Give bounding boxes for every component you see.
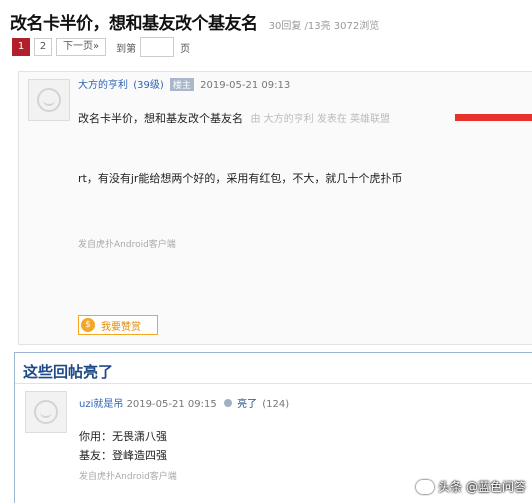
reply-line-2: 基友：登峰造四强 (79, 449, 167, 462)
like-count: (124) (262, 399, 290, 410)
page-1-button[interactable]: 1 (12, 38, 30, 56)
thread-stats: 30回复 /13亮 3072浏览 (268, 21, 380, 32)
page-unit-label: 页 (180, 43, 191, 55)
watermark: 头条 @蓝色问答 (416, 478, 526, 495)
coin-icon: $ (81, 318, 95, 332)
chat-bubble-icon (416, 479, 435, 494)
thread-title: 改名卡半价，想和基友改个基友名 (10, 14, 258, 34)
redaction-bar (455, 114, 532, 121)
thread-header: 改名卡半价，想和基友改个基友名 30回复 /13亮 3072浏览 (10, 9, 532, 34)
reply-avatar[interactable] (25, 391, 67, 433)
reward-label: 我要赞赏 (101, 321, 141, 333)
original-post: 大方的亨利 (39级) 楼主 2019-05-21 09:13 改名卡半价，想和… (18, 71, 532, 345)
watermark-text: 头条 @蓝色问答 (438, 480, 526, 494)
author-username[interactable]: 大方的亨利 (78, 80, 128, 91)
avatar-placeholder-icon (34, 400, 58, 424)
hot-replies-header: 这些回帖亮了 (15, 353, 532, 384)
post-meta: 大方的亨利 (39级) 楼主 2019-05-21 09:13 (78, 76, 290, 91)
post-title-line: 改名卡半价，想和基友改个基友名 由 大方的亨利 发表在 英雄联盟 (78, 110, 390, 126)
avatar-placeholder-icon (37, 88, 61, 112)
post-origin: 由 大方的亨利 发表在 英雄联盟 (250, 114, 391, 125)
next-page-button[interactable]: 下一页» (56, 38, 107, 56)
reply-source: 发自虎扑Android客户端 (79, 472, 177, 482)
goto-page-input[interactable] (140, 37, 175, 57)
hot-replies-title: 这些回帖亮了 (23, 363, 114, 381)
post-title: 改名卡半价，想和基友改个基友名 (78, 112, 243, 125)
page-2-button[interactable]: 2 (34, 38, 52, 56)
light-bulb-icon (223, 399, 232, 407)
post-body: rt，有没有jr能给想两个好的，采用有红包，不大，就几十个虎扑币 (78, 172, 403, 185)
goto-label: 到第 (116, 43, 137, 55)
post-time: 2019-05-21 09:13 (200, 80, 291, 91)
reply-time: 2019-05-21 09:15 (126, 399, 217, 410)
reward-button[interactable]: $ 我要赞赏 (78, 315, 158, 335)
liked-label[interactable]: 亮了 (237, 399, 257, 410)
op-badge: 楼主 (169, 78, 194, 91)
author-level: (39级) (133, 80, 164, 91)
reply-line-1: 你用：无畏潇八强 (79, 430, 167, 443)
avatar[interactable] (28, 79, 70, 121)
pagination: 1 2 下一页» 到第 页 (12, 37, 191, 57)
reply-meta: uzi就是吊 2019-05-21 09:15 亮了 (124) (79, 395, 289, 410)
reply-username[interactable]: uzi就是吊 (79, 399, 123, 410)
post-source: 发自虎扑Android客户端 (78, 240, 176, 250)
